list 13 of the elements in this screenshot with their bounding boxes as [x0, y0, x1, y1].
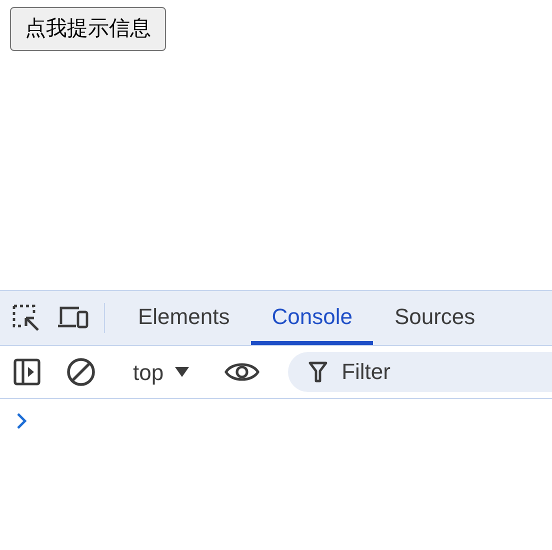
eye-icon[interactable]: [224, 360, 260, 384]
panel-tab[interactable]: Elements: [117, 291, 251, 345]
caret-icon: [174, 366, 190, 378]
device-toolbar-icon[interactable]: [57, 306, 89, 330]
panel-tab[interactable]: Sources: [373, 291, 496, 345]
prompt-chevron-icon: [16, 412, 28, 430]
alert-button[interactable]: 点我提示信息: [10, 7, 166, 50]
filter-field[interactable]: Filter: [288, 352, 552, 392]
context-selector[interactable]: top: [125, 356, 198, 388]
sidebar-toggle-icon[interactable]: [13, 358, 41, 386]
clear-console-icon[interactable]: [66, 357, 96, 387]
panel-tab[interactable]: Console: [250, 291, 374, 345]
filter-icon: [308, 361, 328, 383]
